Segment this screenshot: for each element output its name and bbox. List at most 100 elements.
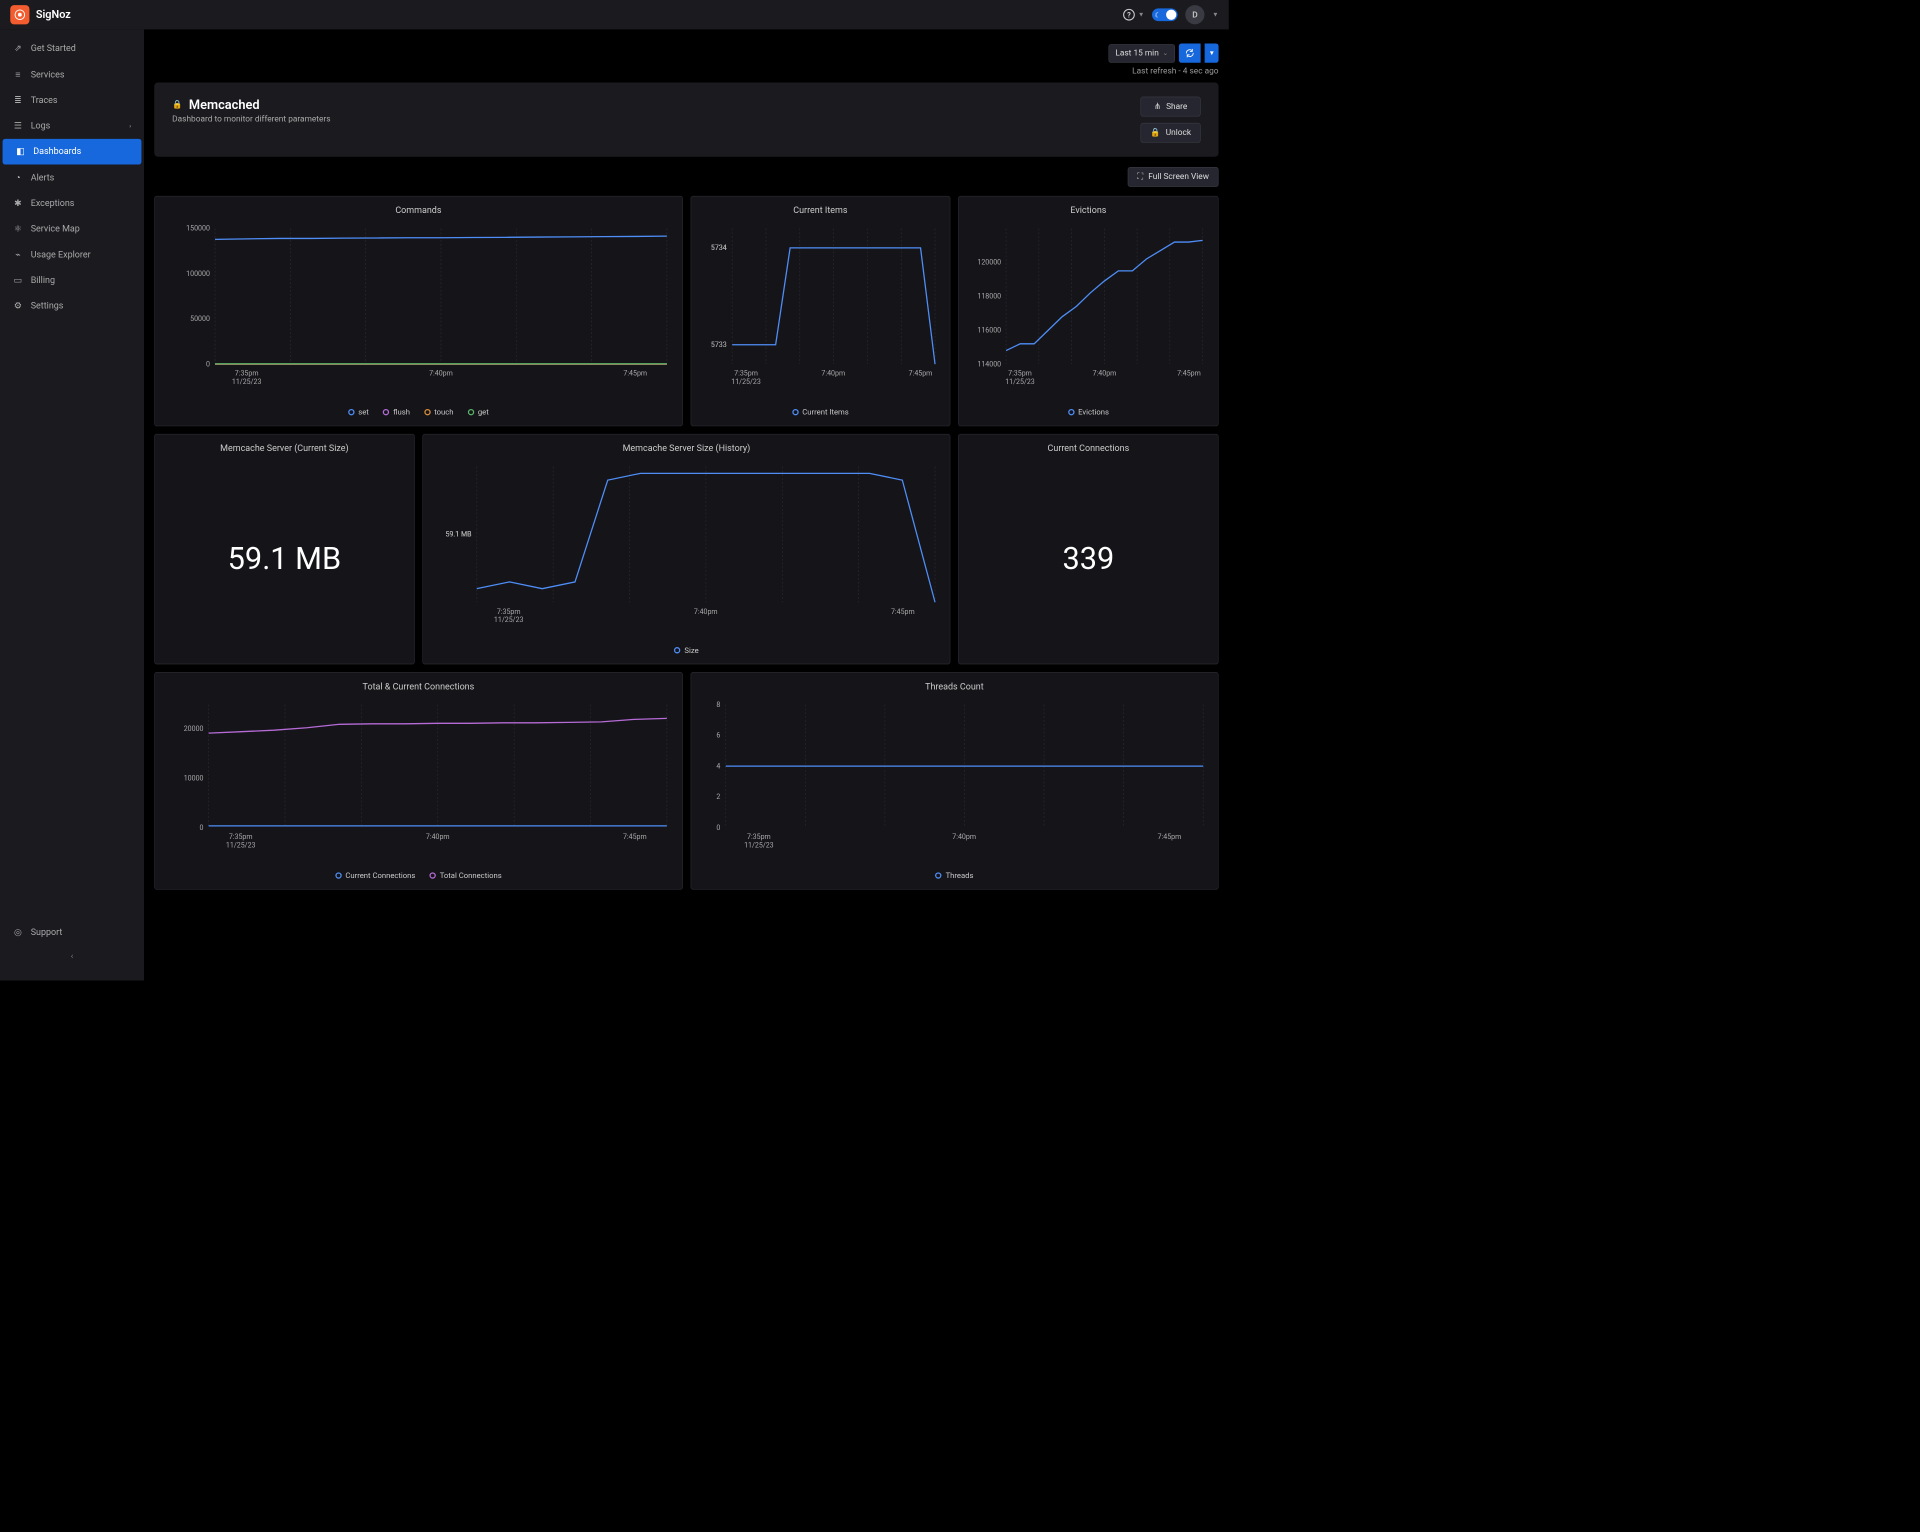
- x-tick-label: 7:35pm11/25/23: [232, 369, 262, 386]
- x-tick-label: 7:40pm: [694, 607, 718, 615]
- list-icon: ☰: [13, 121, 23, 131]
- y-tick-label: 4: [716, 762, 720, 770]
- dashboard-icon: ◧: [15, 147, 25, 157]
- y-tick-label: 10000: [184, 774, 204, 782]
- sidebar-item-usage-explorer[interactable]: ⌁ Usage Explorer: [0, 242, 144, 268]
- bell-icon: ◔: [13, 172, 23, 183]
- sidebar-item-label: Get Started: [31, 44, 76, 54]
- legend-item[interactable]: Size: [674, 646, 698, 655]
- theme-toggle[interactable]: ☾: [1152, 8, 1178, 21]
- panel-title: Memcache Server (Current Size): [164, 444, 405, 454]
- fullscreen-button[interactable]: ⛶ Full Screen View: [1128, 167, 1219, 187]
- sidebar-item-support[interactable]: ◎ Support: [0, 920, 144, 946]
- x-tick-label: 7:40pm: [426, 833, 450, 841]
- x-tick-label: 7:45pm: [623, 833, 647, 841]
- sidebar-item-logs[interactable]: ☰ Logs ›: [0, 113, 144, 139]
- legend-item[interactable]: Threads: [935, 871, 973, 880]
- share-label: Share: [1166, 102, 1187, 112]
- sidebar-item-label: Dashboards: [33, 147, 81, 157]
- y-tick-label: 5733: [711, 341, 727, 349]
- y-tick-label: 5734: [711, 244, 727, 252]
- panel-server-size: Memcache Server (Current Size) 59.1 MB: [154, 434, 414, 664]
- brand: SigNoz: [10, 5, 71, 24]
- legend-item[interactable]: set: [348, 408, 369, 417]
- chart-plot: [215, 228, 667, 364]
- legend-dot-icon: [348, 409, 354, 415]
- y-tick-label: 116000: [977, 326, 1001, 334]
- y-tick-label: 2: [716, 793, 720, 801]
- refresh-icon: [1185, 48, 1195, 58]
- toolbar: Last 15 min ⌄ ▼: [144, 29, 1229, 66]
- sidebar-item-traces[interactable]: ≣ Traces: [0, 88, 144, 114]
- legend-dot-icon: [424, 409, 430, 415]
- panel-title: Evictions: [968, 205, 1209, 215]
- chevron-right-icon: ›: [129, 123, 131, 130]
- chart-plot: [725, 705, 1202, 828]
- panel-title: Current Items: [700, 205, 941, 215]
- time-range-picker[interactable]: Last 15 min ⌄: [1108, 44, 1175, 63]
- y-tick-label: 59.1 MB: [446, 530, 472, 538]
- support-icon: ◎: [13, 927, 23, 937]
- chevron-down-icon[interactable]: ▼: [1212, 11, 1218, 18]
- panel-title: Commands: [164, 205, 673, 215]
- y-tick-label: 6: [716, 731, 720, 739]
- refresh-interval-dropdown[interactable]: ▼: [1204, 44, 1218, 63]
- panel-current-items: Current Items 573357335734573457347:35pm…: [690, 196, 950, 426]
- legend-item[interactable]: Total Connections: [429, 871, 501, 880]
- refresh-button[interactable]: [1179, 44, 1201, 63]
- legend-label: get: [478, 408, 489, 417]
- legend-dot-icon: [935, 872, 941, 878]
- sidebar-item-service-map[interactable]: ⚛ Service Map: [0, 216, 144, 242]
- legend-item[interactable]: Current Connections: [335, 871, 415, 880]
- help-button[interactable]: ? ▼: [1123, 8, 1145, 21]
- legend-item[interactable]: touch: [424, 408, 454, 417]
- panel-server-size-history: Memcache Server Size (History) 59.1 MB59…: [422, 434, 950, 664]
- panel-threads: Threads Count 024687:35pm11/25/237:40pm7…: [690, 672, 1218, 890]
- sidebar-item-alerts[interactable]: ◔ Alerts: [0, 164, 144, 190]
- bars-icon: ≡: [13, 69, 23, 80]
- fullscreen-icon: ⛶: [1137, 172, 1143, 182]
- user-avatar[interactable]: D: [1185, 5, 1204, 24]
- sidebar-item-label: Traces: [31, 95, 58, 105]
- x-tick-label: 7:45pm: [623, 369, 647, 377]
- dashboard-header: 🔒 Memcached Dashboard to monitor differe…: [154, 83, 1218, 157]
- legend-label: Size: [684, 646, 698, 655]
- sidebar-item-dashboards[interactable]: ◧ Dashboards: [3, 139, 142, 165]
- x-tick-label: 7:40pm: [952, 833, 976, 841]
- chart-plot: [1006, 228, 1202, 364]
- sidebar-collapse-button[interactable]: ‹: [0, 945, 144, 967]
- sidebar-item-settings[interactable]: ⚙ Settings: [0, 293, 144, 319]
- y-tick-label: 150000: [186, 224, 210, 232]
- x-tick-label: 7:35pm11/25/23: [1005, 369, 1035, 386]
- sidebar-item-exceptions[interactable]: ✱ Exceptions: [0, 191, 144, 217]
- fullscreen-label: Full Screen View: [1148, 172, 1209, 182]
- panel-title: Current Connections: [968, 444, 1209, 454]
- legend-label: flush: [393, 408, 410, 417]
- legend-item[interactable]: Current Items: [792, 408, 849, 417]
- sidebar-item-get-started[interactable]: ⇗ Get Started: [0, 36, 144, 62]
- x-tick-label: 7:45pm: [891, 607, 915, 615]
- legend-label: touch: [434, 408, 453, 417]
- share-icon: ⋔: [1154, 102, 1161, 112]
- legend-item[interactable]: Evictions: [1068, 408, 1109, 417]
- legend-label: Evictions: [1078, 408, 1109, 417]
- sidebar-item-services[interactable]: ≡ Services: [0, 61, 144, 87]
- share-button[interactable]: ⋔ Share: [1141, 97, 1201, 117]
- lines-icon: ≣: [13, 95, 23, 105]
- legend-item[interactable]: flush: [383, 408, 410, 417]
- legend-label: set: [358, 408, 369, 417]
- sidebar-item-label: Service Map: [31, 224, 80, 234]
- x-tick-label: 7:40pm: [429, 369, 453, 377]
- legend-label: Current Items: [802, 408, 848, 417]
- x-tick-label: 7:45pm: [909, 369, 933, 377]
- panel-commands: Commands 0500001000001500007:35pm11/25/2…: [154, 196, 682, 426]
- panel-evictions: Evictions 1140001160001180001200007:35pm…: [958, 196, 1218, 426]
- unlock-button[interactable]: 🔒 Unlock: [1141, 123, 1201, 143]
- stat-value: 339: [968, 461, 1209, 654]
- sidebar-item-billing[interactable]: ▭ Billing: [0, 268, 144, 294]
- legend-item[interactable]: get: [468, 408, 489, 417]
- y-tick-label: 8: [716, 700, 720, 708]
- sidebar-item-label: Alerts: [31, 172, 55, 182]
- chevron-left-icon: ‹: [71, 952, 74, 962]
- x-tick-label: 7:40pm: [821, 369, 845, 377]
